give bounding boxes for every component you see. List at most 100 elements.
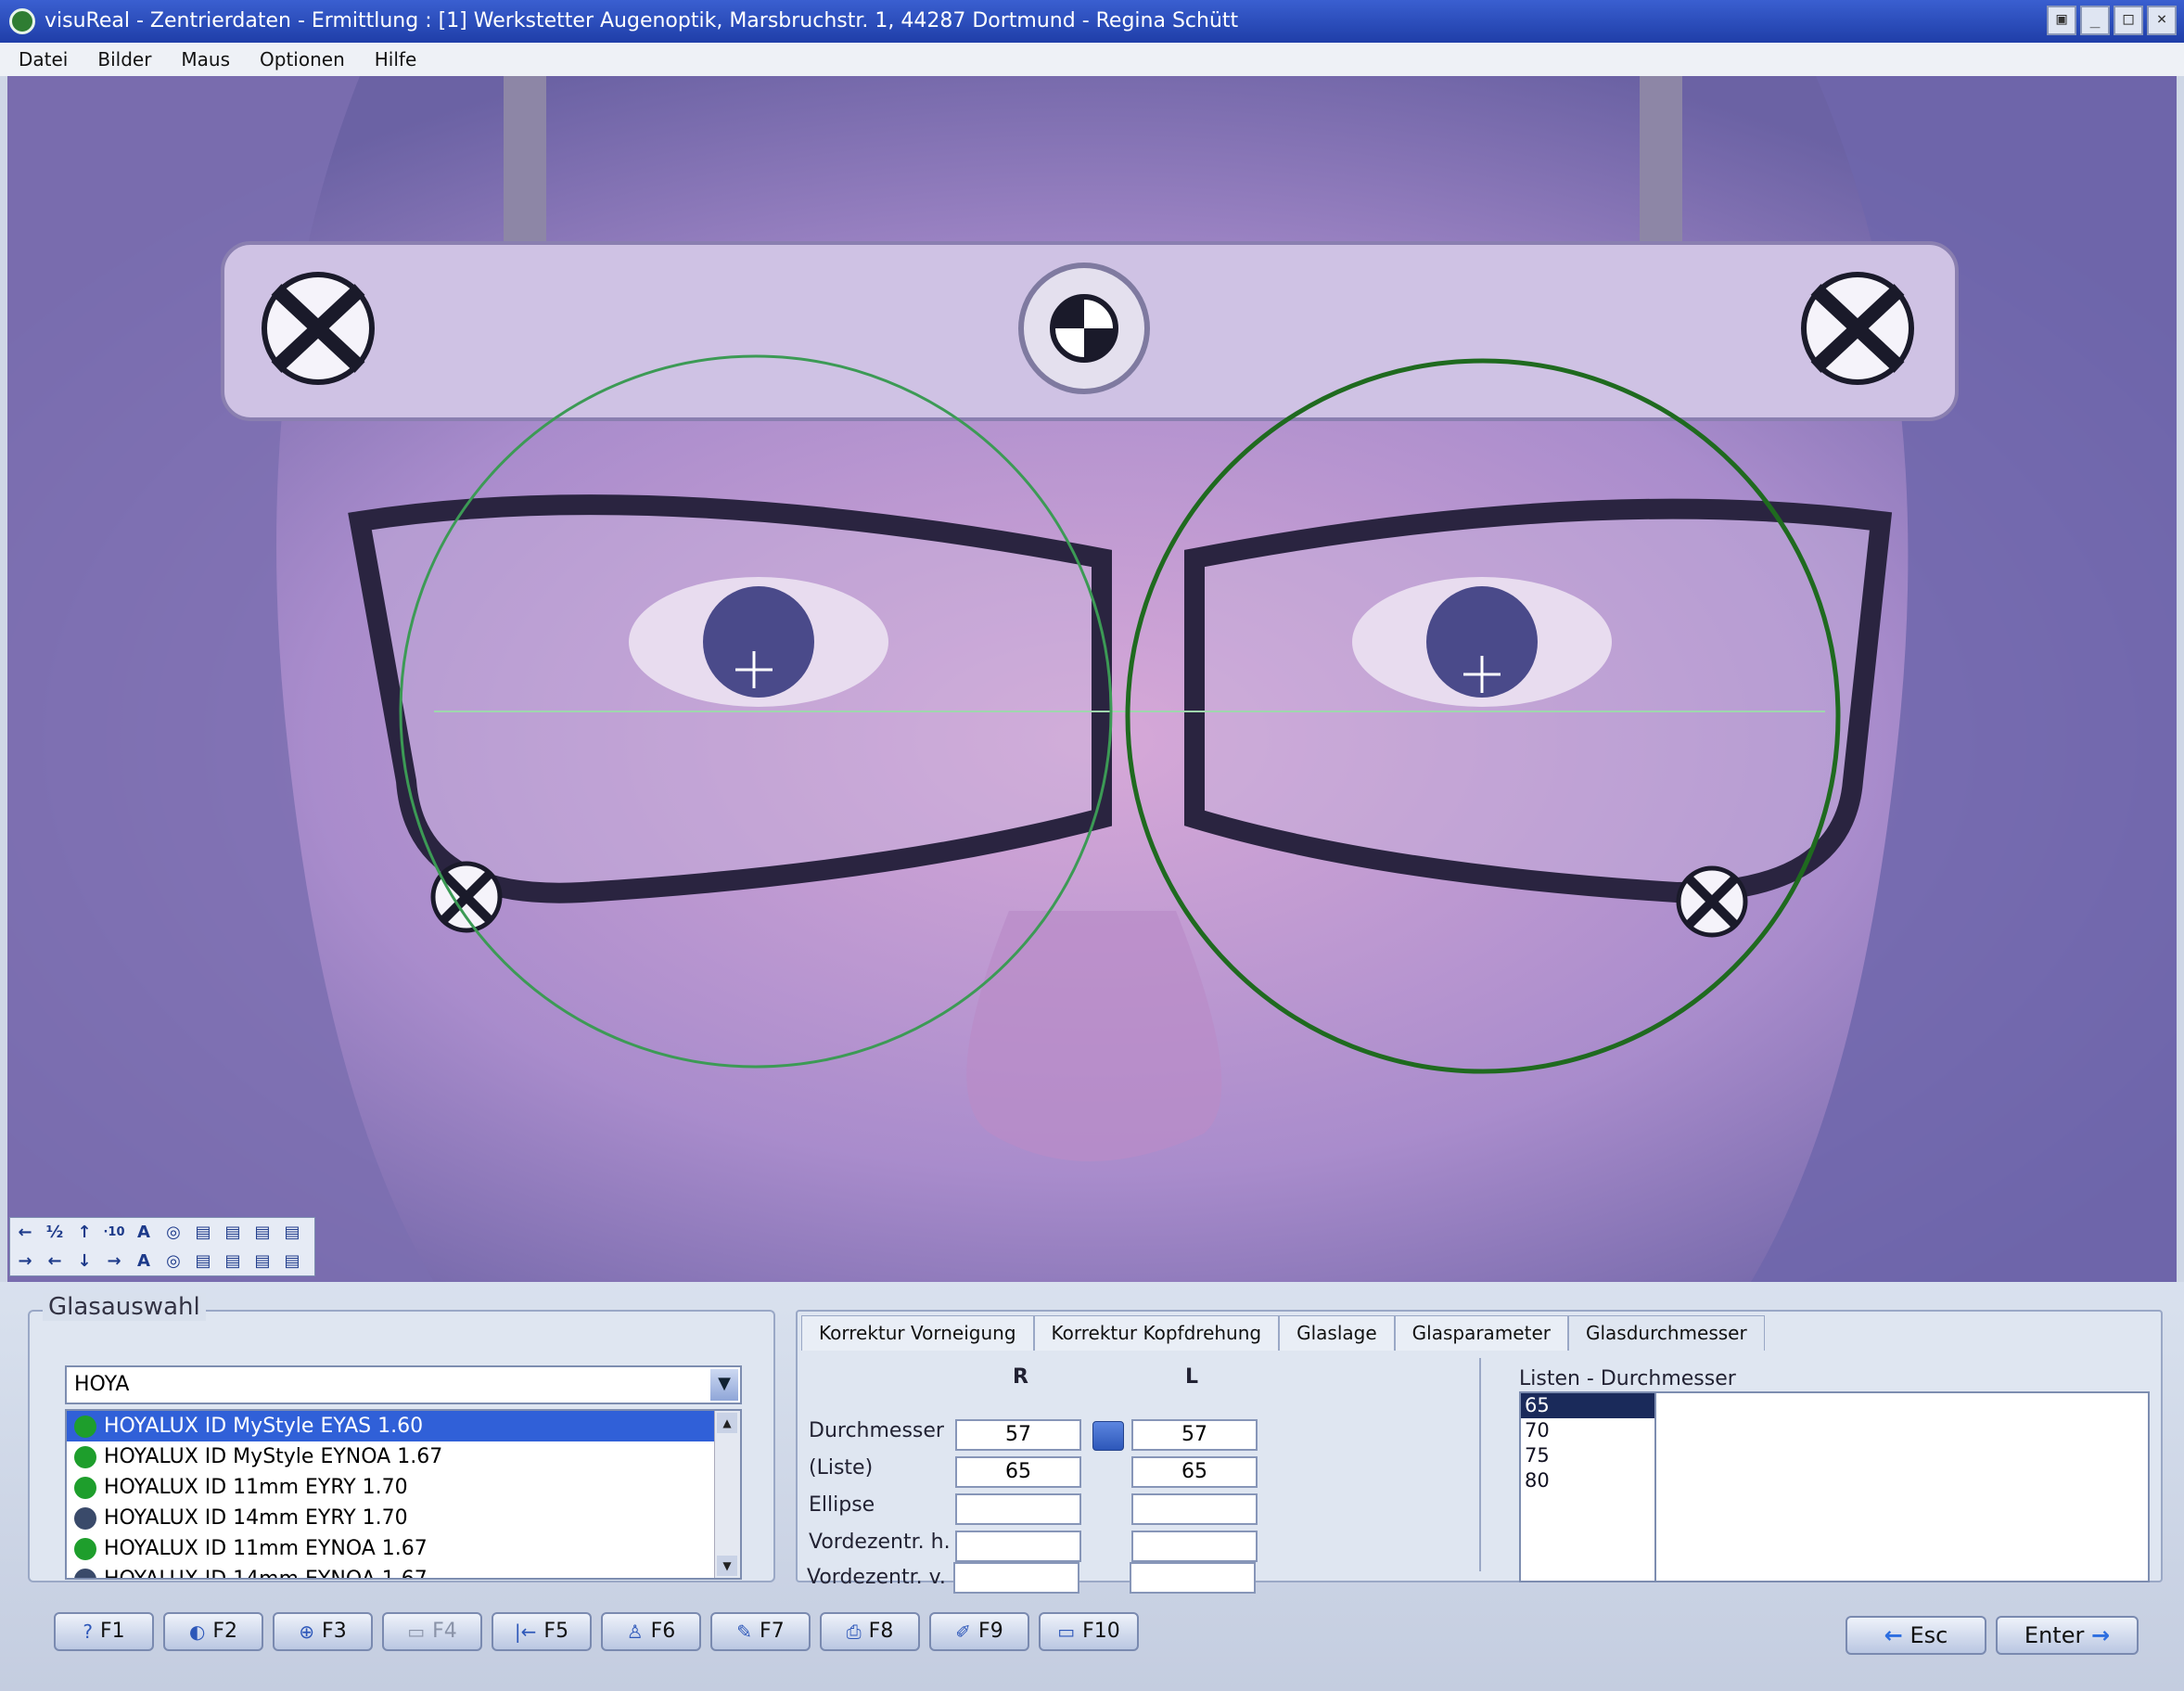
tool-icon[interactable]: ▤ bbox=[249, 1220, 275, 1246]
lens-label: HOYALUX ID MyStyle EYAS 1.60 bbox=[104, 1415, 424, 1438]
tab-glasparameter[interactable]: Glasparameter bbox=[1394, 1315, 1568, 1351]
minimize-icon[interactable]: _ bbox=[2080, 6, 2110, 35]
menu-hilfe[interactable]: Hilfe bbox=[375, 48, 417, 70]
diameter-column: 65 70 75 80 bbox=[1521, 1393, 1656, 1581]
enter-button[interactable]: Enter → bbox=[1996, 1616, 2139, 1655]
person-icon: ♙ bbox=[626, 1621, 644, 1643]
f7-measure-button[interactable]: ✎ F7 bbox=[710, 1612, 811, 1651]
liste-r-field[interactable]: 65 bbox=[955, 1456, 1081, 1488]
tab-glaslage[interactable]: Glaslage bbox=[1279, 1315, 1395, 1351]
vordezentr-h-r-field[interactable] bbox=[955, 1531, 1081, 1562]
tab-glasdurchmesser[interactable]: Glasdurchmesser bbox=[1567, 1315, 1765, 1351]
tab-korrektur-kopfdrehung[interactable]: Korrektur Kopfdrehung bbox=[1033, 1315, 1280, 1351]
restore-icon[interactable]: ▣ bbox=[2047, 6, 2076, 35]
vordezentr-v-r-field[interactable] bbox=[953, 1562, 1079, 1594]
list-item[interactable]: HOYALUX ID 14mm EYRY 1.70 bbox=[67, 1503, 740, 1533]
status-dot-icon bbox=[74, 1569, 96, 1578]
tool-icon[interactable]: ▤ bbox=[279, 1249, 305, 1275]
nose bbox=[966, 911, 1222, 1161]
zoom-icon[interactable]: ◎ bbox=[160, 1220, 186, 1246]
arrow-left-icon: ← bbox=[1884, 1622, 1903, 1648]
scroll-down-icon[interactable]: ▼ bbox=[717, 1556, 737, 1576]
vordezentr-h-l-field[interactable] bbox=[1131, 1531, 1258, 1562]
list-item[interactable]: HOYALUX ID 11mm EYNOA 1.67 bbox=[67, 1533, 740, 1564]
f10-frame-button[interactable]: ▭ F10 bbox=[1039, 1612, 1139, 1651]
move-down-icon[interactable]: ↓ bbox=[71, 1249, 97, 1275]
label-ellipse: Ellipse bbox=[809, 1493, 875, 1517]
move-left-icon[interactable]: ← bbox=[12, 1220, 38, 1246]
tool-icon[interactable]: ▤ bbox=[190, 1220, 216, 1246]
vordezentr-v-l-field[interactable] bbox=[1130, 1562, 1256, 1594]
list-item[interactable]: 70 bbox=[1521, 1418, 1654, 1443]
step-ten-icon[interactable]: ·10 bbox=[101, 1220, 127, 1246]
f5-first-button[interactable]: |← F5 bbox=[492, 1612, 592, 1651]
tool-icon[interactable]: ▤ bbox=[220, 1249, 246, 1275]
list-item[interactable]: HOYALUX ID 14mm EYNOA 1.67 bbox=[67, 1564, 740, 1578]
tab-strip: Korrektur Vorneigung Korrektur Kopfdrehu… bbox=[801, 1315, 1765, 1351]
scrollbar[interactable]: ▲ ▼ bbox=[714, 1411, 740, 1578]
durchmesser-l-field[interactable]: 57 bbox=[1131, 1419, 1258, 1451]
tab-korrektur-vorneigung[interactable]: Korrektur Vorneigung bbox=[801, 1315, 1034, 1351]
f1-help-button[interactable]: ? F1 bbox=[54, 1612, 154, 1651]
zoom-icon[interactable]: ◎ bbox=[160, 1249, 186, 1275]
manufacturer-select[interactable]: HOYA ▼ bbox=[65, 1365, 742, 1404]
fkey-label: F7 bbox=[760, 1620, 785, 1643]
chevron-down-icon[interactable]: ▼ bbox=[710, 1369, 738, 1401]
list-item[interactable]: 65 bbox=[1521, 1393, 1654, 1418]
menu-datei[interactable]: Datei bbox=[19, 48, 68, 70]
lens-label: HOYALUX ID 14mm EYRY 1.70 bbox=[104, 1506, 408, 1530]
link-toggle-button[interactable] bbox=[1092, 1421, 1124, 1451]
frame-icon: ▭ bbox=[407, 1621, 426, 1643]
liste-l-field[interactable]: 65 bbox=[1131, 1456, 1258, 1488]
durchmesser-r-field[interactable]: 57 bbox=[955, 1419, 1081, 1451]
f3-zoom-button[interactable]: ⊕ F3 bbox=[273, 1612, 373, 1651]
close-icon[interactable]: × bbox=[2147, 6, 2177, 35]
ellipse-r-field[interactable] bbox=[955, 1493, 1081, 1525]
text-a-icon[interactable]: A bbox=[131, 1220, 157, 1246]
tool-icon[interactable]: ▤ bbox=[279, 1220, 305, 1246]
move-right-icon[interactable]: → bbox=[12, 1249, 38, 1275]
manufacturer-value: HOYA bbox=[74, 1373, 130, 1396]
list-item[interactable]: HOYALUX ID 11mm EYRY 1.70 bbox=[67, 1472, 740, 1503]
f6-customer-button[interactable]: ♙ F6 bbox=[601, 1612, 701, 1651]
ellipse-l-field[interactable] bbox=[1131, 1493, 1258, 1525]
list-item[interactable]: 80 bbox=[1521, 1468, 1654, 1493]
f2-contrast-button[interactable]: ◐ F2 bbox=[163, 1612, 263, 1651]
status-dot-icon bbox=[74, 1416, 96, 1438]
f9-edit-button[interactable]: ✐ F9 bbox=[929, 1612, 1029, 1651]
status-dot-icon bbox=[74, 1507, 96, 1530]
half-step-icon[interactable]: ½ bbox=[42, 1220, 68, 1246]
lens-label: HOYALUX ID 11mm EYRY 1.70 bbox=[104, 1476, 408, 1499]
list-item[interactable]: HOYALUX ID MyStyle EYAS 1.60 bbox=[67, 1411, 740, 1441]
scroll-up-icon[interactable]: ▲ bbox=[717, 1413, 737, 1433]
list-item[interactable]: 75 bbox=[1521, 1443, 1654, 1468]
menu-bar: Datei Bilder Maus Optionen Hilfe bbox=[0, 43, 2184, 76]
move-left-icon[interactable]: ← bbox=[42, 1249, 68, 1275]
maximize-icon[interactable]: □ bbox=[2114, 6, 2143, 35]
ruler-icon: ✎ bbox=[736, 1621, 753, 1643]
arrow-right-icon: → bbox=[2090, 1622, 2111, 1648]
tool-icon[interactable]: ▤ bbox=[249, 1249, 275, 1275]
esc-button[interactable]: ← Esc bbox=[1846, 1616, 1986, 1655]
menu-optionen[interactable]: Optionen bbox=[260, 48, 345, 70]
face-image-view[interactable] bbox=[7, 76, 2177, 1282]
lens-list[interactable]: HOYALUX ID MyStyle EYAS 1.60 HOYALUX ID … bbox=[65, 1409, 742, 1580]
menu-bilder[interactable]: Bilder bbox=[97, 48, 151, 70]
iris-right bbox=[703, 586, 814, 698]
label-vordezentr-h: Vordezentr. h. bbox=[809, 1531, 951, 1554]
fkey-label: F8 bbox=[868, 1620, 894, 1643]
text-a-icon[interactable]: A bbox=[131, 1249, 157, 1275]
menu-maus[interactable]: Maus bbox=[181, 48, 230, 70]
f4-frame-button[interactable]: ▭ F4 bbox=[382, 1612, 482, 1651]
status-dot-icon bbox=[74, 1446, 96, 1468]
target-marker-left bbox=[262, 272, 375, 385]
move-right-icon[interactable]: → bbox=[101, 1249, 127, 1275]
diameter-list[interactable]: 65 70 75 80 bbox=[1519, 1391, 2150, 1582]
label-liste: (Liste) bbox=[809, 1456, 874, 1480]
tool-icon[interactable]: ▤ bbox=[220, 1220, 246, 1246]
tool-icon[interactable]: ▤ bbox=[190, 1249, 216, 1275]
move-up-icon[interactable]: ↑ bbox=[71, 1220, 97, 1246]
to-start-icon: |← bbox=[514, 1621, 537, 1643]
f8-print-button[interactable]: ⎙ F8 bbox=[820, 1612, 920, 1651]
list-item[interactable]: HOYALUX ID MyStyle EYNOA 1.67 bbox=[67, 1441, 740, 1472]
